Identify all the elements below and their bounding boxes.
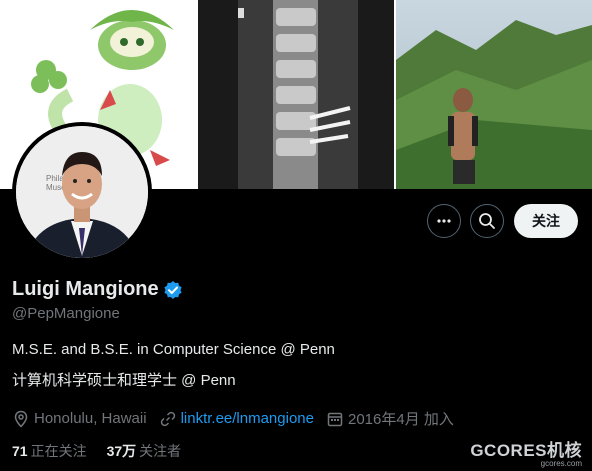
search-icon	[479, 213, 495, 229]
following-count: 71	[12, 443, 28, 459]
watermark: GCORES机核 gcores.com	[470, 436, 582, 468]
followers-stat[interactable]: 37万 关注者	[107, 441, 182, 461]
followers-count: 37万	[106, 443, 137, 459]
search-profile-button[interactable]	[470, 204, 504, 238]
name-row: Luigi Mangione	[12, 278, 183, 301]
location-text: Honolulu, Hawaii	[34, 410, 147, 427]
joined-item: 2016年4月 加入	[326, 408, 454, 429]
more-options-button[interactable]	[427, 204, 461, 238]
joined-date: 2016年4月 加入	[347, 411, 454, 428]
banner-image-xray	[198, 0, 394, 189]
followers-label: 关注者	[139, 443, 182, 459]
link-item[interactable]: linktr.ee/lnmangione	[159, 410, 314, 428]
watermark-logo: GCORES机核	[470, 441, 582, 460]
more-dots-icon	[437, 219, 451, 223]
profile-meta: Honolulu, Hawaii linktr.ee/lnmangione 20…	[12, 408, 466, 429]
following-label: 正在关注	[30, 443, 87, 459]
following-stat[interactable]: 71 正在关注	[12, 441, 87, 461]
user-handle: @PepMangione	[12, 305, 120, 322]
display-name: Luigi Mangione	[12, 278, 159, 300]
verified-badge-icon[interactable]	[163, 280, 183, 300]
avatar[interactable]: Philad Museu	[12, 122, 152, 262]
location-pin-icon	[14, 410, 28, 428]
calendar-icon	[327, 412, 343, 426]
location-item: Honolulu, Hawaii	[12, 410, 147, 428]
avatar-photo: Philad Museu	[16, 126, 148, 258]
bio-line-2: 计算机科学硕士和理学士 @ Penn	[12, 372, 236, 389]
follow-button[interactable]: 关注	[514, 204, 578, 238]
link-icon	[160, 411, 175, 426]
banner-image-hiking	[396, 0, 592, 189]
follow-stats: 71 正在关注 37万 关注者	[12, 441, 201, 461]
profile-link[interactable]: linktr.ee/lnmangione	[181, 410, 314, 427]
bio-line-1: M.S.E. and B.S.E. in Computer Science @ …	[12, 341, 335, 358]
